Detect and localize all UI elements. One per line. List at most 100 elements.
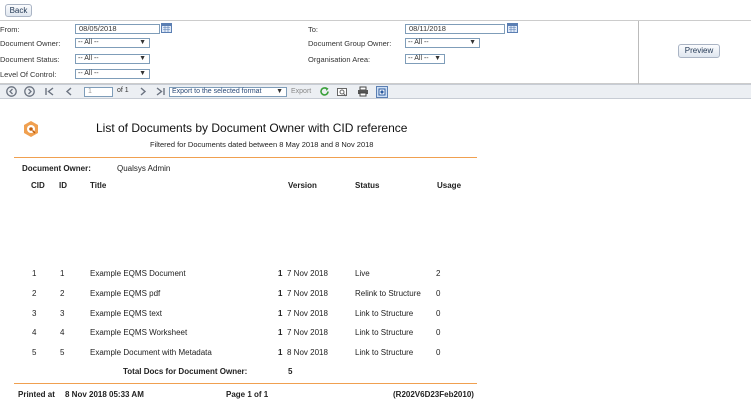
refresh-icon[interactable] <box>319 85 330 101</box>
cell-status: Link to Structure <box>355 348 414 357</box>
report-title: List of Documents by Document Owner with… <box>96 121 408 135</box>
cell-version: 1 <box>278 309 283 318</box>
cell-cid: 3 <box>32 309 37 318</box>
cell-id: 5 <box>60 348 65 357</box>
to-date-field[interactable]: 08/11/2018 <box>405 24 505 34</box>
previous-page-icon[interactable] <box>64 85 73 101</box>
selected-value: -- All -- <box>78 39 99 46</box>
cell-title: Example EQMS Document <box>90 269 186 278</box>
selected-value: -- All -- <box>408 55 429 62</box>
cell-date: 7 Nov 2018 <box>287 328 328 337</box>
cell-status: Live <box>355 269 370 278</box>
back-button[interactable]: Back <box>5 4 32 17</box>
forward-circle-icon[interactable] <box>24 85 35 101</box>
page-count: of 1 <box>117 87 129 94</box>
cell-usage: 0 <box>436 328 441 337</box>
organisation-area-label: Organisation Area: <box>308 55 371 64</box>
document-owner-label: Document Owner: <box>0 39 61 48</box>
print-icon[interactable] <box>357 85 369 101</box>
cell-date: 8 Nov 2018 <box>287 348 328 357</box>
export-link[interactable]: Export <box>291 88 311 95</box>
cell-status: Link to Structure <box>355 309 414 318</box>
calendar-icon[interactable] <box>161 23 172 33</box>
cell-title: Example EQMS pdf <box>90 289 161 298</box>
cell-cid: 1 <box>32 269 37 278</box>
selected-value: -- All -- <box>78 55 99 62</box>
first-page-icon[interactable] <box>44 85 55 101</box>
cell-title: Example Document with Metadata <box>90 348 212 357</box>
selected-value: -- All -- <box>78 70 99 77</box>
calendar-icon[interactable] <box>507 23 518 33</box>
document-status-select[interactable]: -- All -- ▼ <box>75 54 150 64</box>
panel-divider <box>638 21 639 84</box>
cell-cid: 5 <box>32 348 37 357</box>
last-page-icon[interactable] <box>155 85 166 101</box>
level-of-control-select[interactable]: -- All -- ▼ <box>75 69 150 79</box>
cell-cid: 4 <box>32 328 37 337</box>
document-owner-select[interactable]: -- All -- ▼ <box>75 38 150 48</box>
header-divider <box>14 157 477 158</box>
cell-version: 1 <box>278 269 283 278</box>
owner-value: Qualsys Admin <box>117 164 171 173</box>
cell-usage: 0 <box>436 309 441 318</box>
cell-status: Link to Structure <box>355 328 414 337</box>
chevron-down-icon: ▼ <box>139 39 146 46</box>
cell-status: Relink to Structure <box>355 289 421 298</box>
cell-date: 7 Nov 2018 <box>287 289 328 298</box>
footer-divider <box>14 383 477 384</box>
cell-version: 1 <box>278 289 283 298</box>
cell-date: 7 Nov 2018 <box>287 269 328 278</box>
cell-id: 2 <box>60 289 65 298</box>
selected-value: Export to the selected format <box>172 88 262 95</box>
printed-label: Printed at <box>18 390 55 399</box>
chevron-down-icon: ▼ <box>276 88 283 95</box>
total-label: Total Docs for Document Owner: <box>123 367 248 376</box>
column-header-title: Title <box>90 181 107 190</box>
document-group-owner-select[interactable]: -- All -- ▼ <box>405 38 480 48</box>
page-number-input[interactable]: 1 <box>84 87 113 97</box>
cell-usage: 2 <box>436 269 441 278</box>
report-toolbar: 1 of 1 Export to the selected format ▼ Ex… <box>0 84 751 99</box>
report-page: List of Documents by Document Owner with… <box>0 100 751 400</box>
logo-icon <box>22 120 40 140</box>
cell-title: Example EQMS text <box>90 309 163 318</box>
report-code: (R202V6D23Feb2010) <box>393 390 474 399</box>
organisation-area-select[interactable]: -- All -- ▼ <box>405 54 445 64</box>
cell-usage: 0 <box>436 348 441 357</box>
column-header-cid: CID <box>31 181 45 190</box>
next-page-icon[interactable] <box>139 85 148 101</box>
column-header-version: Version <box>288 181 317 190</box>
cell-title: Example EQMS Worksheet <box>90 328 188 337</box>
selected-value: -- All -- <box>408 39 429 46</box>
cell-id: 1 <box>60 269 65 278</box>
document-group-owner-label: Document Group Owner: <box>308 39 392 48</box>
cell-cid: 2 <box>32 289 37 298</box>
cell-usage: 0 <box>436 289 441 298</box>
cell-id: 4 <box>60 328 65 337</box>
preview-button[interactable]: Preview <box>678 44 720 58</box>
back-circle-icon[interactable] <box>6 85 17 101</box>
page-indicator: Page 1 of 1 <box>226 390 269 399</box>
chevron-down-icon: ▼ <box>434 55 441 62</box>
cell-version: 1 <box>278 348 283 357</box>
zoom-icon[interactable] <box>337 85 349 101</box>
column-header-id: ID <box>59 181 67 190</box>
chevron-down-icon: ▼ <box>139 55 146 62</box>
from-label: From: <box>0 25 20 34</box>
cell-version: 1 <box>278 328 283 337</box>
owner-label: Document Owner: <box>22 164 91 173</box>
report-subtitle: Filtered for Documents dated between 8 M… <box>150 140 374 149</box>
chevron-down-icon: ▼ <box>139 70 146 77</box>
document-status-label: Document Status: <box>0 55 60 64</box>
printed-value: 8 Nov 2018 05:33 AM <box>65 390 144 399</box>
chevron-down-icon: ▼ <box>469 39 476 46</box>
total-value: 5 <box>288 367 293 376</box>
column-header-status: Status <box>355 181 380 190</box>
level-of-control-label: Level Of Control: <box>0 70 57 79</box>
export-format-select[interactable]: Export to the selected format ▼ <box>169 87 287 97</box>
column-header-usage: Usage <box>437 181 462 190</box>
to-label: To: <box>308 25 319 34</box>
from-date-field[interactable]: 08/05/2018 <box>75 24 160 34</box>
cell-date: 7 Nov 2018 <box>287 309 328 318</box>
cell-id: 3 <box>60 309 65 318</box>
